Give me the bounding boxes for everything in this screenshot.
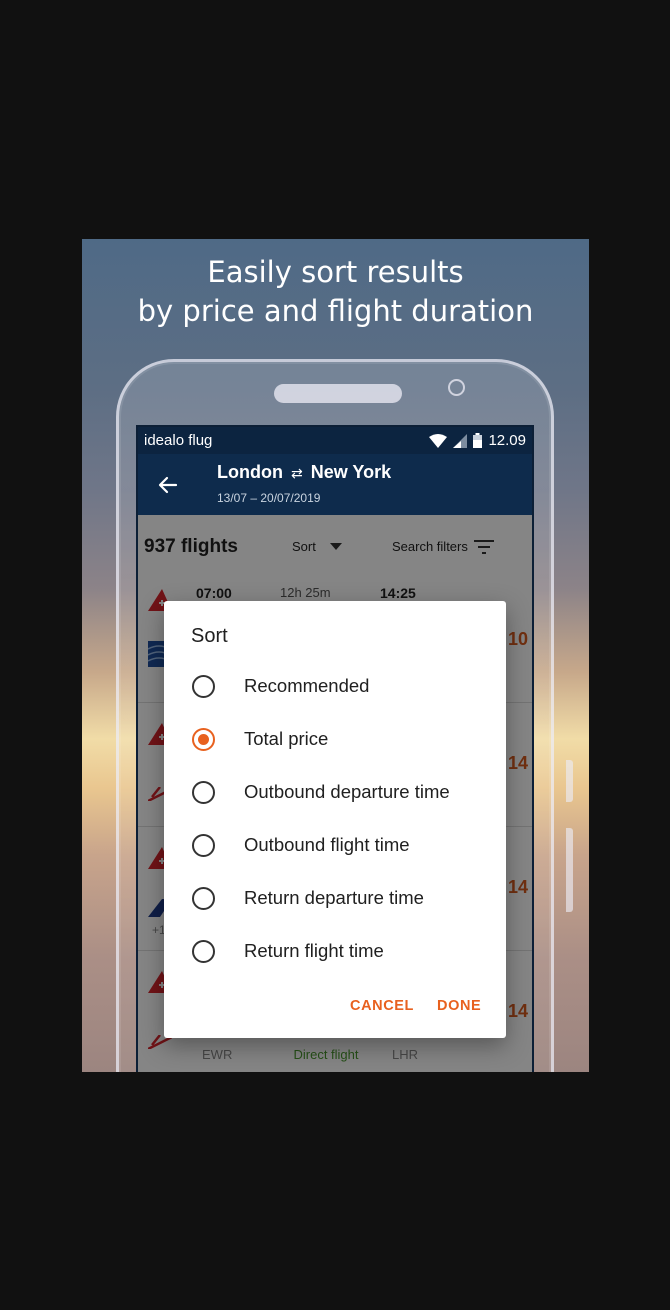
wifi-icon xyxy=(429,433,448,448)
sort-option-return-flight-time[interactable]: Return flight time xyxy=(192,931,492,971)
cancel-button[interactable]: CANCEL xyxy=(350,998,414,1014)
done-button[interactable]: DONE xyxy=(437,998,481,1014)
radio-button-icon[interactable] xyxy=(192,674,215,698)
sort-option-outbound-departure-time[interactable]: Outbound departure time xyxy=(192,772,492,812)
back-arrow-icon[interactable] xyxy=(156,473,180,497)
radio-button-icon[interactable] xyxy=(192,886,215,910)
option-label: Recommended xyxy=(244,675,370,696)
promo-headline: Easily sort results by price and flight … xyxy=(82,253,589,331)
status-time: 12.09 xyxy=(488,432,526,449)
status-bar: idealo flug 12.09 xyxy=(138,427,532,454)
radio-button-icon[interactable] xyxy=(192,833,215,857)
radio-button-selected-icon[interactable] xyxy=(192,727,215,751)
sort-option-recommended[interactable]: Recommended xyxy=(192,666,492,706)
sort-option-total-price[interactable]: Total price xyxy=(192,719,492,759)
option-label: Outbound flight time xyxy=(244,834,410,855)
phone-side-button xyxy=(566,760,573,802)
status-app-name: idealo flug xyxy=(144,432,213,449)
phone-side-button xyxy=(566,828,573,912)
battery-icon xyxy=(473,433,483,448)
origin-city: London xyxy=(217,462,283,482)
destination-city: New York xyxy=(310,462,392,482)
app-bar: London ⇄ New York 13/07 – 20/07/2019 xyxy=(138,454,532,515)
option-label: Return departure time xyxy=(244,887,424,908)
radio-button-icon[interactable] xyxy=(192,780,215,804)
swap-icon: ⇄ xyxy=(291,465,303,481)
dialog-title: Sort xyxy=(191,625,228,647)
sort-option-return-departure-time[interactable]: Return departure time xyxy=(192,878,492,918)
travel-dates: 13/07 – 20/07/2019 xyxy=(217,491,321,505)
signal-icon xyxy=(453,433,468,448)
status-icons: 12.09 xyxy=(429,432,526,449)
sort-dialog: Sort Recommended Total price Outbound de… xyxy=(164,601,506,1038)
option-label: Total price xyxy=(244,728,329,749)
option-label: Return flight time xyxy=(244,940,384,961)
route-title: London ⇄ New York xyxy=(217,462,391,483)
headline-line-2: by price and flight duration xyxy=(137,294,534,328)
sort-option-outbound-flight-time[interactable]: Outbound flight time xyxy=(192,825,492,865)
radio-button-icon[interactable] xyxy=(192,939,215,963)
headline-line-1: Easily sort results xyxy=(207,255,464,289)
phone-speaker xyxy=(274,384,402,403)
phone-camera xyxy=(448,379,465,396)
option-label: Outbound departure time xyxy=(244,781,450,802)
